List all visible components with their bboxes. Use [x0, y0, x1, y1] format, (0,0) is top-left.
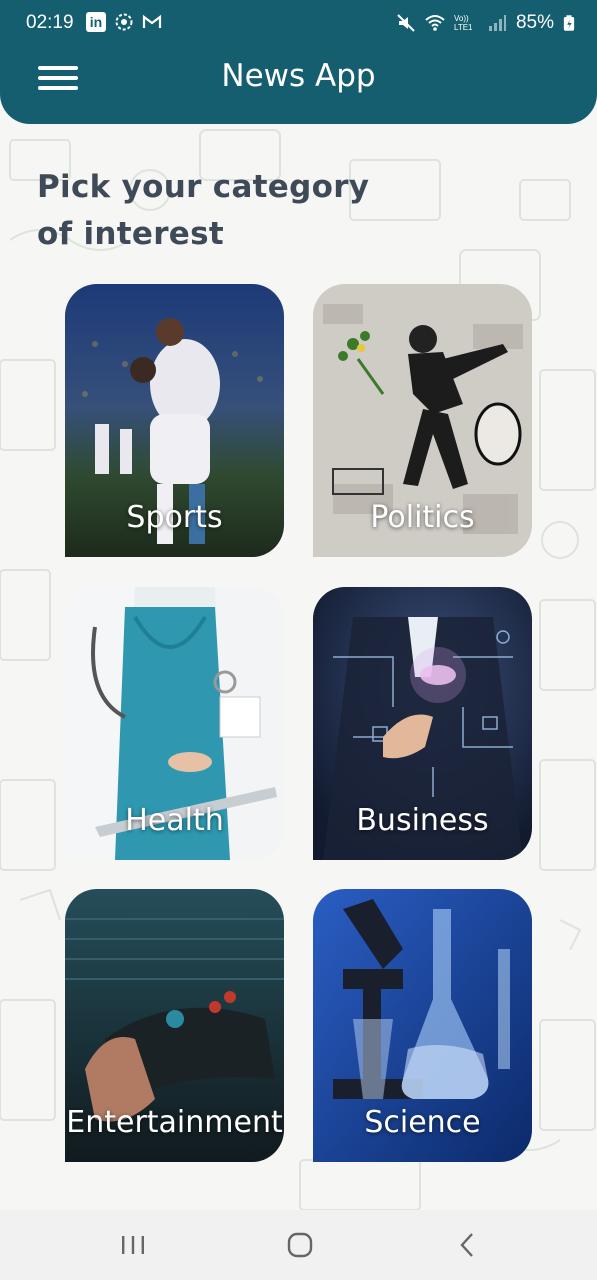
screen: 02:19 in Vo)) LTE1 85% News App Pick you… — [0, 0, 597, 1280]
category-label-entertainment: Entertainment — [66, 1105, 283, 1140]
category-card-politics[interactable]: Politics — [313, 284, 532, 557]
category-card-science[interactable]: Science — [313, 889, 532, 1162]
heading-line-2: of interest — [37, 216, 224, 252]
category-card-health[interactable]: Health — [65, 587, 284, 860]
app-bar: 02:19 in Vo)) LTE1 85% News App — [0, 0, 597, 124]
back-icon[interactable] — [448, 1228, 488, 1262]
status-bar: 02:19 in Vo)) LTE1 85% — [0, 0, 597, 46]
mute-icon — [397, 14, 415, 32]
recent-apps-icon[interactable] — [113, 1228, 153, 1262]
app-title: News App — [221, 58, 376, 94]
signal-icon — [488, 15, 506, 31]
wifi-icon — [425, 15, 445, 31]
system-nav-bar — [0, 1210, 597, 1280]
battery-icon — [563, 15, 575, 31]
page-heading: Pick your category of interest — [37, 164, 417, 258]
category-label-science: Science — [364, 1105, 481, 1140]
category-label-business: Business — [356, 803, 489, 838]
category-label-health: Health — [125, 803, 224, 838]
home-icon[interactable] — [280, 1228, 320, 1262]
category-card-entertainment[interactable]: Entertainment — [65, 889, 284, 1162]
battery-percent: 85% — [515, 12, 554, 33]
volte-icon: Vo)) LTE1 — [453, 14, 473, 32]
status-time: 02:19 — [26, 12, 74, 33]
category-card-business[interactable]: Business — [313, 587, 532, 860]
sync-icon — [115, 13, 133, 31]
category-card-sports[interactable]: Sports — [65, 284, 284, 557]
category-label-politics: Politics — [370, 500, 475, 535]
linkedin-icon: in — [86, 12, 106, 32]
gmail-icon — [142, 14, 162, 28]
heading-line-1: Pick your category — [37, 169, 370, 205]
category-label-sports: Sports — [126, 500, 223, 535]
